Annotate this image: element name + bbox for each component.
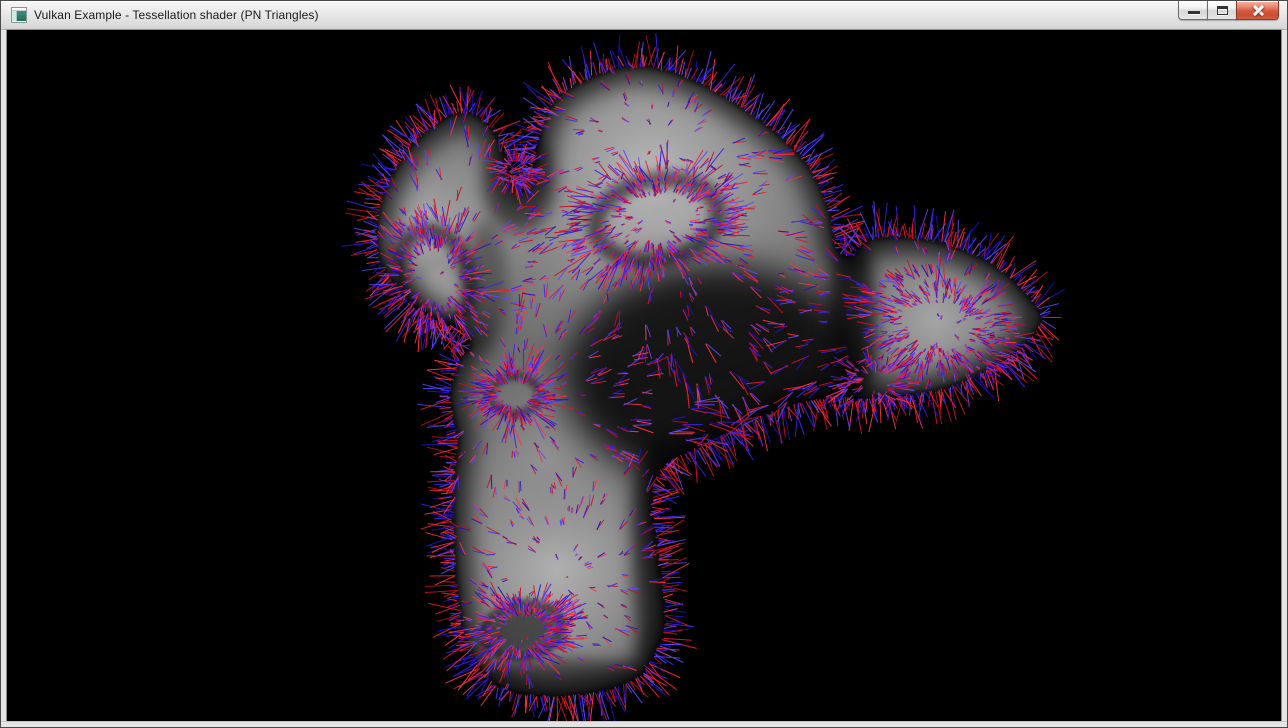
maximize-button[interactable]: [1207, 1, 1237, 20]
maximize-icon: [1217, 6, 1228, 15]
close-button[interactable]: [1236, 1, 1279, 20]
application-icon[interactable]: [11, 7, 27, 23]
render-viewport[interactable]: [7, 30, 1281, 721]
frame-bottom-line: [1, 721, 1287, 722]
minimize-button[interactable]: [1178, 1, 1208, 20]
titlebar[interactable]: Vulkan Example - Tessellation shader (PN…: [1, 1, 1287, 30]
app-window: Vulkan Example - Tessellation shader (PN…: [0, 0, 1288, 728]
minimize-icon: [1188, 11, 1200, 14]
window-controls: [1178, 1, 1279, 20]
close-icon: [1237, 1, 1278, 19]
tessellated-model-render: [7, 30, 1281, 721]
application-icon-body: [12, 11, 26, 21]
model-body: [7, 30, 1281, 721]
window-title: Vulkan Example - Tessellation shader (PN…: [34, 8, 319, 22]
